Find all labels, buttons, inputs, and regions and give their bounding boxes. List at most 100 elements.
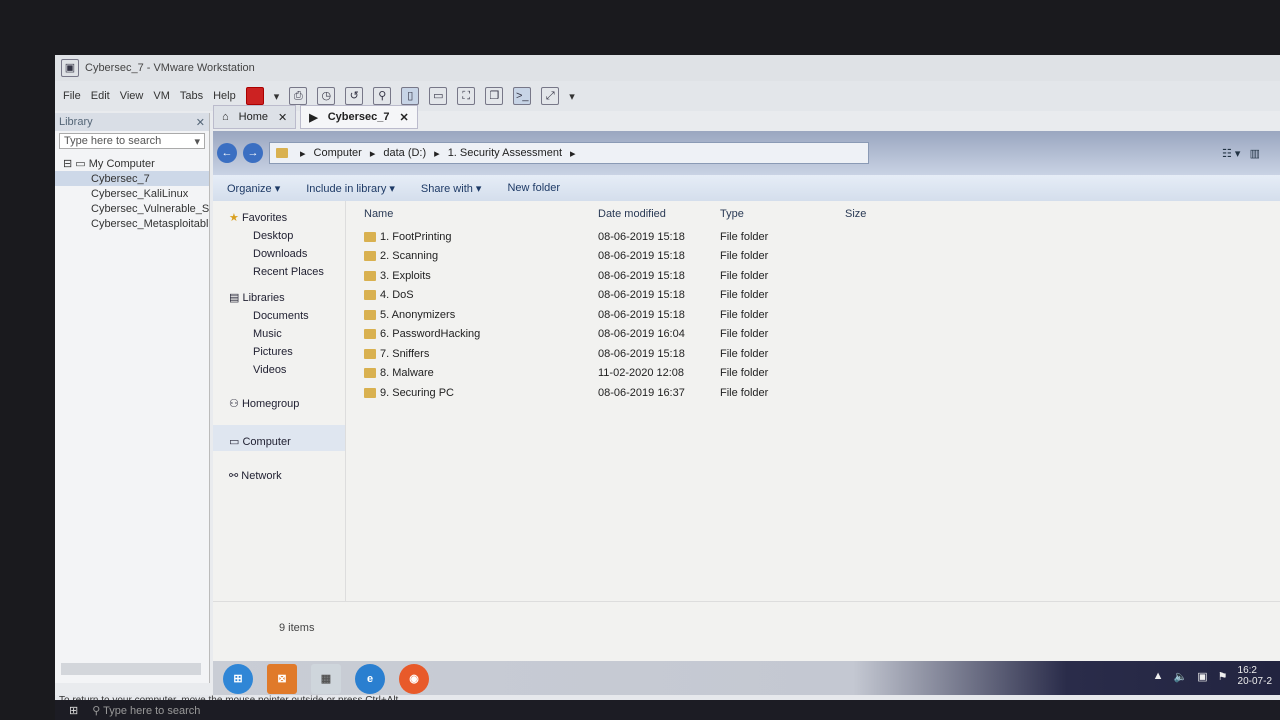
share-with-button[interactable]: Share with ▾ xyxy=(421,182,482,195)
nav-recent-places[interactable]: Recent Places xyxy=(213,263,345,281)
menu-view[interactable]: View xyxy=(120,90,144,102)
snapshot-manager-icon[interactable]: ⚲ xyxy=(373,87,392,105)
file-name: 2. Scanning xyxy=(348,250,598,262)
file-date: 08-06-2019 15:18 xyxy=(598,250,685,263)
revert-snapshot-icon[interactable]: ↺ xyxy=(345,87,364,105)
crumb-drive[interactable]: data (D:) xyxy=(383,147,426,159)
file-row[interactable]: 2. Scanning 08-06-2019 15:18 File folder xyxy=(348,247,1278,267)
nav-music[interactable]: Music xyxy=(213,325,345,343)
unity-icon[interactable]: ❐ xyxy=(485,87,504,105)
col-type[interactable]: Type xyxy=(720,208,845,220)
file-date: 08-06-2019 15:18 xyxy=(598,269,685,282)
network-status-icon[interactable]: ▣ xyxy=(1197,670,1207,683)
nav-libraries[interactable]: ▤ Libraries xyxy=(213,281,345,307)
control-panel-icon[interactable]: ▦ xyxy=(311,664,341,694)
close-tab-icon[interactable]: ✕ xyxy=(278,111,287,124)
library-view-icon[interactable]: ▯ xyxy=(401,87,420,105)
file-row[interactable]: 9. Securing PC 08-06-2019 16:37 File folde… xyxy=(348,383,1278,403)
file-name: 3. Exploits xyxy=(348,270,598,282)
thumbnail-view-icon[interactable]: ▭ xyxy=(429,87,448,105)
crumb-folder[interactable]: 1. Security Assessment xyxy=(448,147,562,159)
nav-downloads[interactable]: Downloads xyxy=(213,245,345,263)
star-icon: ★ xyxy=(229,212,239,224)
file-date: 08-06-2019 16:37 xyxy=(598,386,685,399)
library-search-input[interactable]: Type here to search ▾ xyxy=(59,133,205,149)
chevron-down-icon[interactable]: ▾ xyxy=(194,135,200,148)
network-icon: ⚯ xyxy=(229,470,239,482)
organize-button[interactable]: Organize ▾ xyxy=(227,182,280,195)
windows-start-icon[interactable]: ⊞ xyxy=(69,704,78,717)
include-library-button[interactable]: Include in library ▾ xyxy=(306,182,395,195)
xampp-icon[interactable]: ⊠ xyxy=(267,664,297,694)
console-icon[interactable]: >_ xyxy=(513,87,532,105)
menu-help[interactable]: Help xyxy=(213,90,236,102)
status-bar: 9 items xyxy=(213,601,1280,661)
nav-videos[interactable]: Videos xyxy=(213,361,345,379)
file-row[interactable]: 3. Exploits 08-06-2019 15:18 File folder xyxy=(348,266,1278,286)
menu-file[interactable]: File xyxy=(63,90,81,102)
nav-computer[interactable]: ▭ Computer xyxy=(213,425,345,451)
file-row[interactable]: 5. Anonymizers 08-06-2019 15:18 File folde… xyxy=(348,305,1278,325)
fullscreen-icon[interactable]: ⛶ xyxy=(457,87,476,105)
tab-cybersec-7[interactable]: ▶ Cybersec_7 ✕ xyxy=(300,105,418,129)
snapshot-icon[interactable]: ◷ xyxy=(317,87,336,105)
crumb-computer[interactable]: Computer xyxy=(314,147,362,159)
file-date: 08-06-2019 15:18 xyxy=(598,289,685,302)
host-search-input[interactable]: ⚲ Type here to search xyxy=(92,704,200,717)
file-name: 7. Sniffers xyxy=(348,348,598,360)
home-icon: ⌂ xyxy=(222,111,229,123)
file-row[interactable]: 8. Malware 11-02-2020 12:08 File folder xyxy=(348,364,1278,384)
nav-desktop[interactable]: Desktop xyxy=(213,227,345,245)
nav-documents[interactable]: Documents xyxy=(213,307,345,325)
breadcrumb[interactable]: ▸ Computer ▸ data (D:) ▸ 1. Security Asses… xyxy=(269,142,869,164)
file-row[interactable]: 1. FootPrinting 08-06-2019 15:18 File fold… xyxy=(348,227,1278,247)
tree-vm-item[interactable]: Cybersec_7 xyxy=(55,171,209,186)
stretch-dropdown-icon[interactable]: ▾ xyxy=(569,90,575,103)
col-name[interactable]: Name xyxy=(348,208,598,220)
folder-icon xyxy=(364,290,376,301)
close-library-icon[interactable]: ✕ xyxy=(196,116,205,129)
tree-my-computer[interactable]: ⊟ ▭ My Computer xyxy=(55,155,209,171)
clock[interactable]: 16:2 20-07-2 xyxy=(1238,665,1272,687)
tree-vm-item[interactable]: Cybersec_Metasploitabl xyxy=(55,216,209,231)
col-size[interactable]: Size xyxy=(845,208,925,220)
power-dropdown-icon[interactable]: ▾ xyxy=(274,90,280,103)
file-row[interactable]: 6. PasswordHacking 08-06-2019 16:04 File f… xyxy=(348,325,1278,345)
tab-label: Cybersec_7 xyxy=(327,111,390,123)
back-button[interactable]: ← xyxy=(217,143,237,163)
stretch-icon[interactable]: ⤢ xyxy=(541,87,560,105)
menu-tabs[interactable]: Tabs xyxy=(180,90,203,102)
tab-home[interactable]: ⌂ Home ✕ xyxy=(213,105,297,129)
power-icon[interactable] xyxy=(245,87,264,105)
libraries-icon: ▤ xyxy=(229,292,240,304)
firefox-icon[interactable]: ◉ xyxy=(399,664,429,694)
homegroup-icon: ⚇ xyxy=(229,398,239,410)
send-keys-icon[interactable]: ⎙ xyxy=(289,87,308,105)
file-list: Name Date modified Type Size 1. FootPrin… xyxy=(348,201,1278,601)
action-center-icon[interactable]: ⚑ xyxy=(1218,670,1228,683)
nav-pictures[interactable]: Pictures xyxy=(213,343,345,361)
show-hidden-icons[interactable]: ▲ xyxy=(1153,670,1164,682)
file-type: File folder xyxy=(720,230,769,243)
nav-network[interactable]: ⚯ Network xyxy=(213,451,345,485)
new-folder-button[interactable]: New folder xyxy=(507,182,560,194)
menu-edit[interactable]: Edit xyxy=(91,90,110,102)
file-row[interactable]: 4. DoS 08-06-2019 15:18 File folder xyxy=(348,286,1278,306)
file-row[interactable]: 7. Sniffers 08-06-2019 15:18 File folder xyxy=(348,344,1278,364)
forward-button[interactable]: → xyxy=(243,143,263,163)
col-date[interactable]: Date modified xyxy=(598,208,720,220)
folder-icon xyxy=(276,148,288,158)
nav-homegroup[interactable]: ⚇ Homegroup xyxy=(213,379,345,413)
search-placeholder: Type here to search xyxy=(64,135,162,147)
library-scrollbar[interactable] xyxy=(61,663,201,675)
nav-favorites[interactable]: ★ Favorites xyxy=(213,201,345,227)
tree-vm-item[interactable]: Cybersec_KaliLinux xyxy=(55,186,209,201)
tree-vm-item[interactable]: Cybersec_Vulnerable_Se xyxy=(55,201,209,216)
view-options-icon[interactable]: ☷ ▾ ▥ xyxy=(1222,147,1260,160)
start-orb-icon[interactable]: ⊞ xyxy=(223,664,253,694)
volume-icon[interactable]: 🔈 xyxy=(1174,670,1188,683)
menu-vm[interactable]: VM xyxy=(153,90,170,102)
close-tab-icon[interactable]: ✕ xyxy=(399,111,408,124)
vm-icon: ▶ xyxy=(309,112,318,124)
internet-explorer-icon[interactable]: e xyxy=(355,664,385,694)
